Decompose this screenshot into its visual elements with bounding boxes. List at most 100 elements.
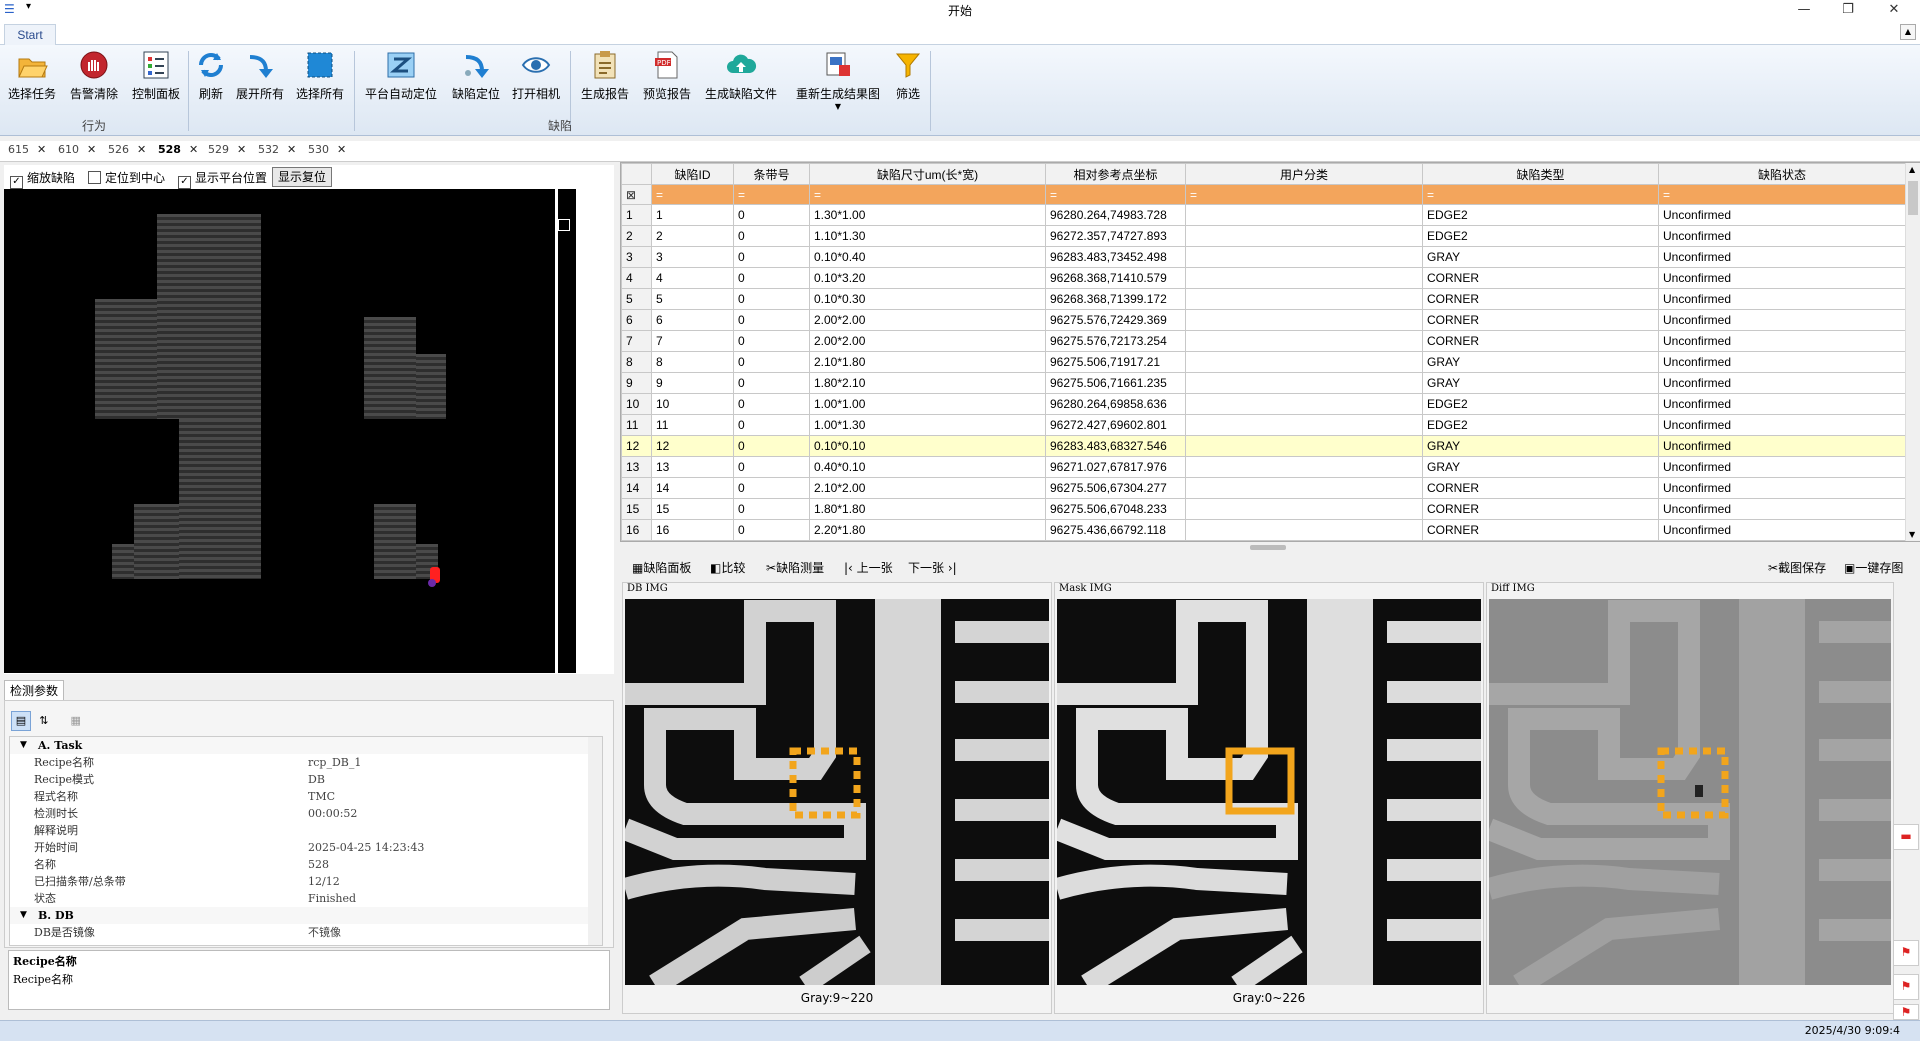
filter-cell[interactable]: = [1185,184,1423,205]
table-cell[interactable]: CORNER [1422,267,1659,289]
property-row[interactable]: 程式名称 TMC [10,788,590,805]
table-cell[interactable] [1185,267,1423,289]
table-cell[interactable]: GRAY [1422,456,1659,478]
table-cell[interactable]: 96272.357,74727.893 [1045,225,1186,247]
table-cell[interactable]: 8 [651,351,734,373]
table-row[interactable]: 12 12 0 0.10*0.10 96283.483,68327.546 GRAY Unc… [621,435,1906,457]
open-camera-button[interactable]: 打开相机 [510,49,562,102]
table-cell[interactable]: 0.10*3.20 [809,267,1046,289]
table-row[interactable]: 8 8 0 2.10*1.80 96275.506,71917.21 GRAY Unconf… [621,351,1906,373]
filter-cell[interactable]: = [1045,184,1186,205]
property-row[interactable]: 状态 Finished [10,890,590,907]
close-icon[interactable]: ✕ [37,143,46,156]
column-header[interactable]: 缺陷类型 [1422,163,1659,185]
table-cell[interactable]: 1 [651,204,734,226]
table-row[interactable]: 13 13 0 0.40*0.10 96271.027,67817.976 GRAY Unc… [621,456,1906,478]
row-number[interactable]: 15 [621,498,652,520]
table-cell[interactable]: CORNER [1422,477,1659,499]
close-button[interactable]: ✕ [1880,2,1908,17]
table-cell[interactable]: 0 [733,414,810,436]
filter-cell[interactable]: = [809,184,1046,205]
table-cell[interactable]: 96275.436,66792.118 [1045,519,1186,541]
table-cell[interactable]: 96280.264,69858.636 [1045,393,1186,415]
property-row[interactable]: DB是否镜像 不镜像 [10,924,590,941]
table-cell[interactable]: GRAY [1422,435,1659,457]
select-all-button[interactable]: 选择所有 [294,49,346,102]
show-platform-checkbox[interactable]: ✓ 显示平台位置 [178,169,267,189]
table-cell[interactable] [1185,330,1423,352]
table-cell[interactable]: CORNER [1422,309,1659,331]
scroll-up-icon[interactable]: ▲ [1909,165,1915,174]
preview-report-button[interactable]: PDF 预览报告 [640,49,694,102]
table-cell[interactable]: 0.10*0.40 [809,246,1046,268]
doc-tab-610[interactable]: 610 ✕ [58,143,96,159]
table-cell[interactable]: Unconfirmed [1658,267,1906,289]
row-number[interactable]: 14 [621,477,652,499]
table-row[interactable]: 4 4 0 0.10*3.20 96268.368,71410.579 CORNER Unc… [621,267,1906,289]
property-row[interactable]: 解释说明 [10,822,590,839]
table-cell[interactable]: 2.10*2.00 [809,477,1046,499]
table-cell[interactable]: Unconfirmed [1658,225,1906,247]
table-cell[interactable] [1185,204,1423,226]
row-number[interactable]: 3 [621,246,652,268]
save-all-images-button[interactable]: ▣一键存图 [1844,559,1903,576]
table-cell[interactable] [1185,414,1423,436]
doc-tab-532[interactable]: 532 ✕ [258,143,296,159]
doc-tab-530[interactable]: 530 ✕ [308,143,346,159]
table-cell[interactable]: 96268.368,71399.172 [1045,288,1186,310]
table-cell[interactable]: Unconfirmed [1658,204,1906,226]
table-cell[interactable] [1185,435,1423,457]
alarm-clear-button[interactable]: 告警清除 [68,49,120,102]
table-cell[interactable] [1185,372,1423,394]
table-cell[interactable]: 15 [651,498,734,520]
table-cell[interactable]: Unconfirmed [1658,456,1906,478]
table-cell[interactable]: 1.00*1.00 [809,393,1046,415]
table-cell[interactable]: 96275.506,71661.235 [1045,372,1186,394]
row-number[interactable]: 7 [621,330,652,352]
table-cell[interactable]: Unconfirmed [1658,309,1906,331]
table-cell[interactable]: Unconfirmed [1658,393,1906,415]
table-cell[interactable]: 0 [733,288,810,310]
table-cell[interactable]: 0 [733,204,810,226]
table-cell[interactable]: 0 [733,435,810,457]
table-row[interactable]: 3 3 0 0.10*0.40 96283.483,73452.498 GRAY Uncon… [621,246,1906,268]
table-cell[interactable]: 96283.483,68327.546 [1045,435,1186,457]
mask-image[interactable] [1057,599,1481,985]
tab-start[interactable]: Start [4,24,56,45]
preview-scrollbar[interactable] [576,189,580,673]
table-cell[interactable] [1185,456,1423,478]
close-icon[interactable]: ✕ [237,143,246,156]
column-header[interactable]: 缺陷状态 [1658,163,1906,185]
row-number[interactable]: 10 [621,393,652,415]
table-row[interactable]: 1 1 0 1.30*1.00 96280.264,74983.728 EDGE2 Unco… [621,204,1906,226]
table-cell[interactable]: 0.40*0.10 [809,456,1046,478]
table-cell[interactable]: 96283.483,73452.498 [1045,246,1186,268]
table-cell[interactable]: CORNER [1422,330,1659,352]
property-row[interactable]: Recipe模式 DB [10,771,590,788]
row-number[interactable]: 8 [621,351,652,373]
table-cell[interactable]: Unconfirmed [1658,372,1906,394]
splitter-handle[interactable] [1250,545,1286,550]
grid-scrollbar[interactable]: ▲ ▼ [1905,163,1920,541]
doc-tab-526[interactable]: 526 ✕ [108,143,146,159]
expand-all-button[interactable]: 展开所有 [234,49,286,102]
table-cell[interactable]: Unconfirmed [1658,288,1906,310]
table-cell[interactable]: EDGE2 [1422,225,1659,247]
table-cell[interactable]: EDGE2 [1422,414,1659,436]
close-icon[interactable]: ✕ [87,143,96,156]
table-cell[interactable]: 2.10*1.80 [809,351,1046,373]
categorized-icon[interactable]: ▤ [11,711,31,731]
table-row[interactable]: 16 16 0 2.20*1.80 96275.436,66792.118 CORNER U… [621,519,1906,541]
filter-cell[interactable]: = [733,184,810,205]
table-cell[interactable]: 0 [733,330,810,352]
table-cell[interactable]: CORNER [1422,519,1659,541]
table-cell[interactable]: 96271.027,67817.976 [1045,456,1186,478]
db-image[interactable] [625,599,1049,985]
collapse-icon[interactable]: ▼ [20,737,27,754]
table-row[interactable]: 15 15 0 1.80*1.80 96275.506,67048.233 CORNER U… [621,498,1906,520]
minimap-icon[interactable] [558,219,570,231]
zoom-defect-checkbox[interactable]: ✓ 缩放缺陷 [10,169,75,189]
filter-cell[interactable]: = [1422,184,1659,205]
refresh-button[interactable]: 刷新 [194,49,228,102]
table-cell[interactable]: 4 [651,267,734,289]
